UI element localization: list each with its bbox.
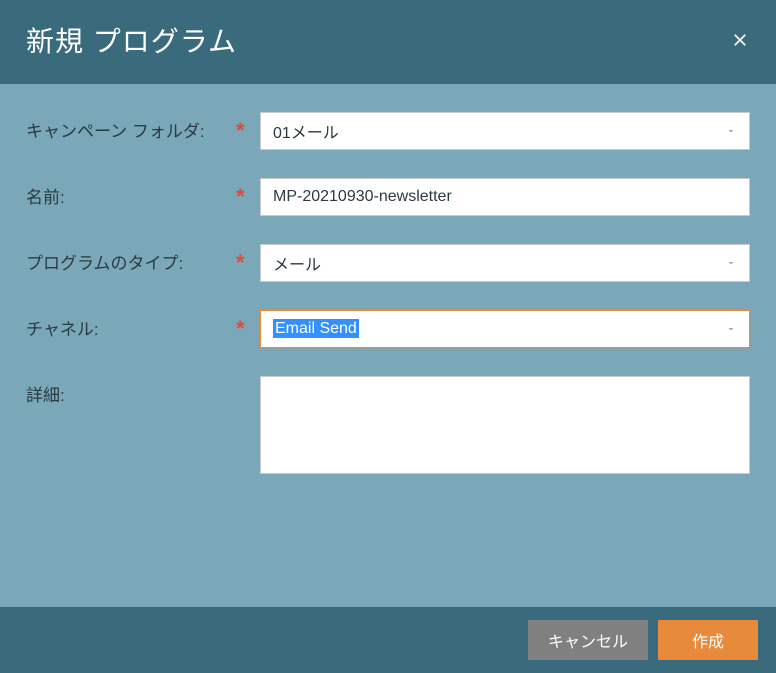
required-indicator: * [236,250,245,275]
program-type-value: メール [273,251,725,275]
detail-row: 詳細: [26,376,750,479]
program-type-row: プログラムのタイプ: * メール [26,244,750,282]
close-icon [730,30,750,50]
chevron-down-icon [725,323,737,335]
channel-label: チャネル: [26,316,99,343]
detail-textarea[interactable] [260,376,750,474]
name-input[interactable] [260,178,750,216]
channel-row: チャネル: * Email Send [26,310,750,348]
chevron-down-icon [725,257,737,269]
detail-label: 詳細: [26,382,65,409]
folder-row: キャンペーン フォルダ: * 01メール [26,112,750,150]
required-indicator: * [236,118,245,143]
required-indicator: * [236,316,245,341]
channel-dropdown[interactable]: Email Send [260,310,750,348]
name-row: 名前: * [26,178,750,216]
chevron-down-icon [725,125,737,137]
dialog-body: キャンペーン フォルダ: * 01メール 名前: * [0,84,776,607]
dialog-title: 新規 プログラム [26,20,237,60]
program-type-label: プログラムのタイプ: [26,250,183,277]
dialog-footer: キャンセル 作成 [0,607,776,673]
cancel-button[interactable]: キャンセル [528,620,648,660]
required-indicator: * [236,184,245,209]
dialog-header: 新規 プログラム [0,0,776,84]
new-program-dialog: 新規 プログラム キャンペーン フォルダ: * 01メール [0,0,776,673]
folder-dropdown[interactable]: 01メール [260,112,750,150]
create-button[interactable]: 作成 [658,620,758,660]
folder-value: 01メール [273,119,725,143]
channel-value: Email Send [273,319,359,338]
program-type-dropdown[interactable]: メール [260,244,750,282]
name-label: 名前: [26,184,65,211]
folder-label: キャンペーン フォルダ: [26,118,205,145]
close-button[interactable] [730,30,750,50]
